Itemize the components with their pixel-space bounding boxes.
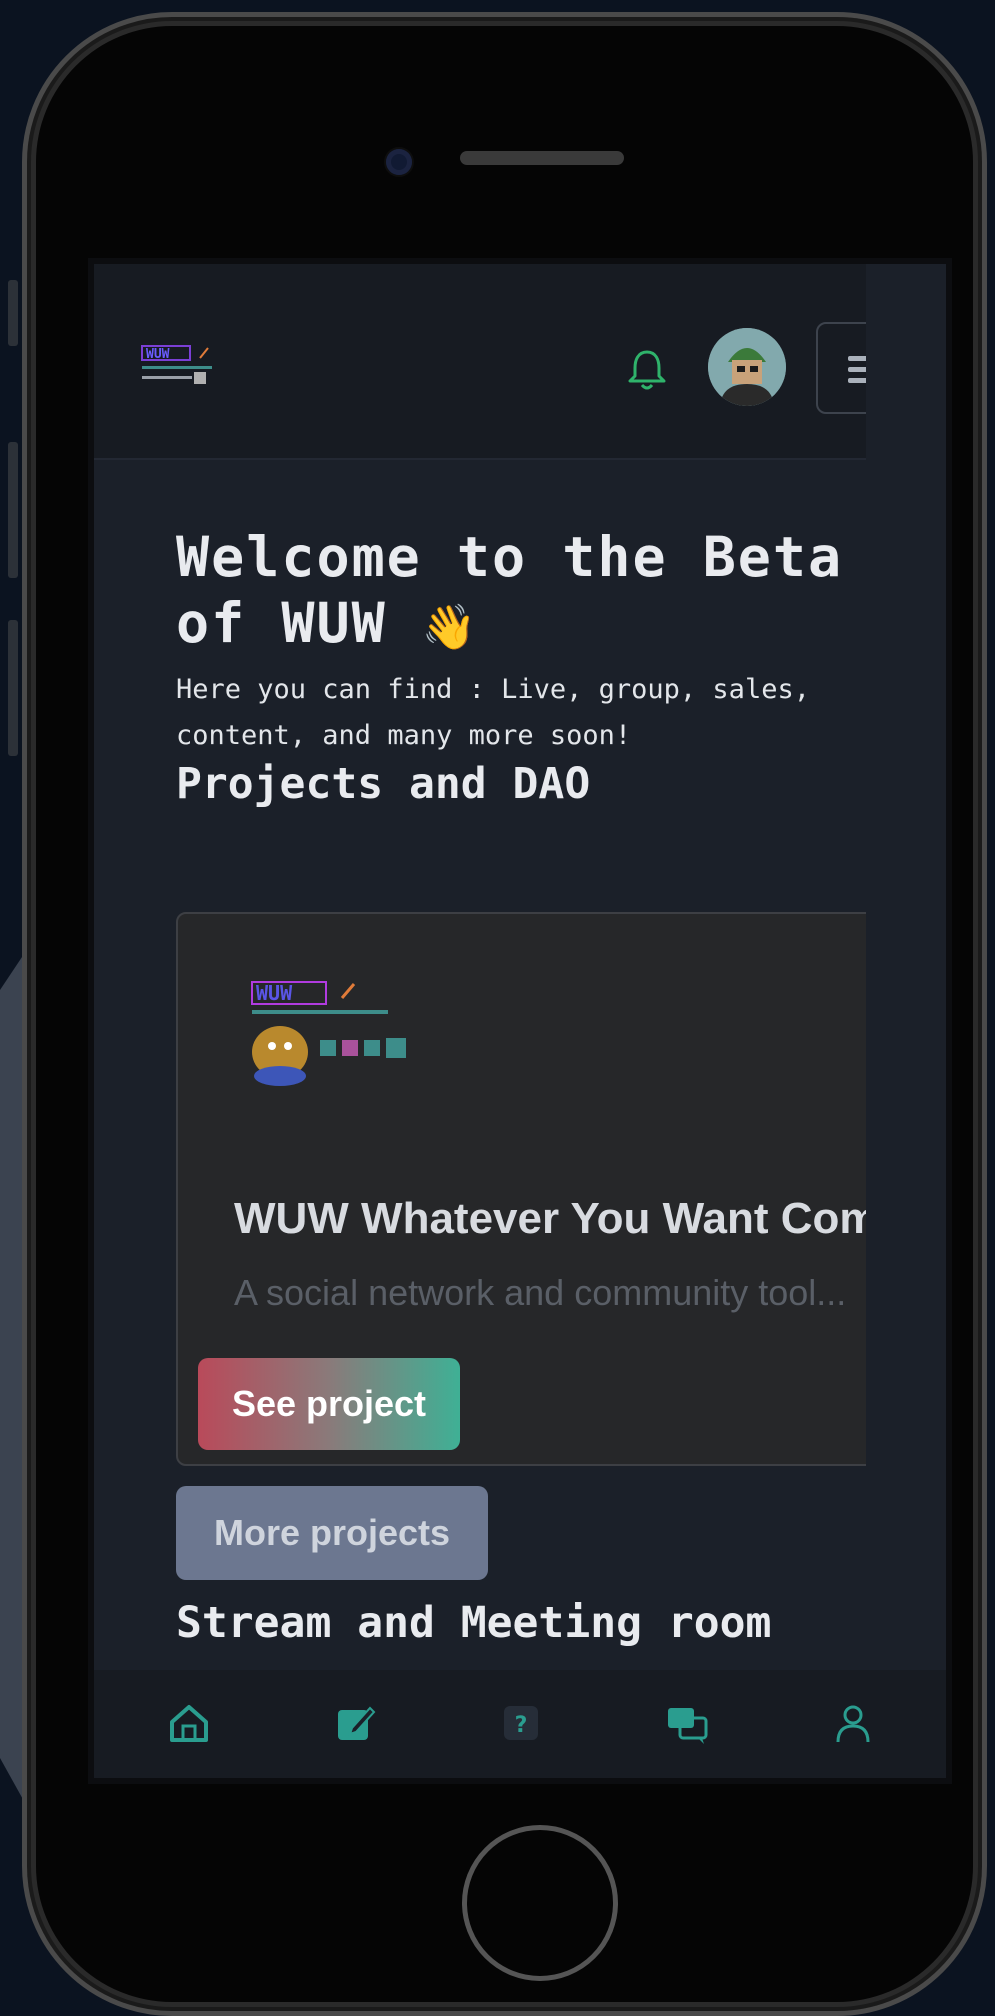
home-button[interactable] <box>462 1825 618 1981</box>
bottom-nav: ? <box>94 1670 946 1778</box>
stream-section-title: Stream and Meeting room <box>176 1598 772 1648</box>
phone-volume-down <box>8 620 18 756</box>
more-projects-button[interactable]: More projects <box>176 1486 488 1580</box>
avatar-image <box>708 328 786 406</box>
bell-icon[interactable] <box>624 346 670 392</box>
waving-hand-icon: 👋 <box>421 602 479 653</box>
app-screen: WUW Welcome to the Beta of WUW 👋 Here yo… <box>88 258 952 1784</box>
see-project-button[interactable]: See project <box>198 1358 460 1450</box>
carousel-clip <box>866 264 946 1778</box>
project-card-title: WUW Whatever You Want Community <box>234 1194 952 1243</box>
svg-text:WUW: WUW <box>146 347 170 362</box>
home-icon[interactable] <box>166 1700 212 1746</box>
help-icon[interactable]: ? <box>498 1700 544 1746</box>
top-bar: WUW <box>94 264 946 460</box>
phone-speaker <box>460 151 624 165</box>
edit-icon[interactable] <box>332 1700 378 1746</box>
phone-mute-switch <box>8 280 18 346</box>
profile-icon[interactable] <box>830 1700 876 1746</box>
svg-text:WUW: WUW <box>256 981 293 1005</box>
svg-text:?: ? <box>515 1713 528 1738</box>
page-title: Welcome to the Beta of WUW 👋 <box>176 525 844 655</box>
projects-section-title: Projects and DAO <box>176 759 591 809</box>
phone-volume-up <box>8 442 18 578</box>
project-logo: WUW <box>251 981 406 1086</box>
wuw-logo[interactable]: WUW <box>140 344 222 390</box>
hero-subtitle: Here you can find : Live, group, sales, … <box>176 674 810 751</box>
project-card[interactable]: WUW WUW Whatever You Want Community A so… <box>176 912 946 1466</box>
front-camera <box>386 149 412 175</box>
hero: Welcome to the Beta of WUW 👋 Here you ca… <box>176 524 936 809</box>
chat-icon[interactable] <box>664 1700 710 1746</box>
avatar[interactable] <box>708 328 786 406</box>
project-card-description: A social network and community tool... <box>234 1272 847 1313</box>
